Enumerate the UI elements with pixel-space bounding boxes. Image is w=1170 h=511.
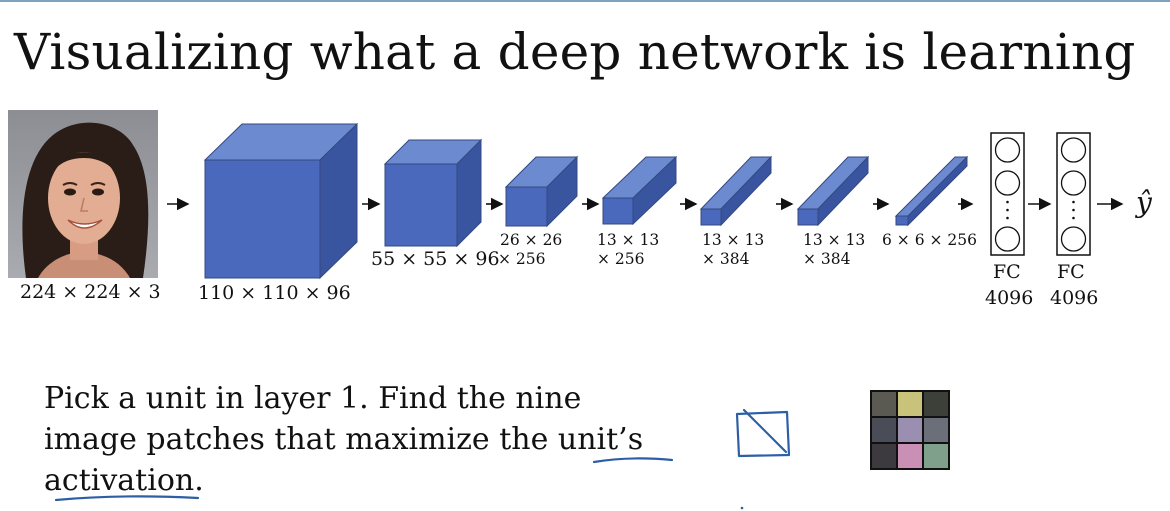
- layer3-dim-line1: 26 × 26: [500, 231, 563, 249]
- fc2-label: FC: [1057, 261, 1085, 283]
- layer1-dim-label: 110 × 110 × 96: [198, 282, 351, 304]
- layer4-dim-line1: 13 × 13: [597, 231, 660, 249]
- fc1-label: FC: [993, 261, 1021, 283]
- caption-line-1: Pick a unit in layer 1. Find the nine: [44, 381, 582, 416]
- fc2-size: 4096: [1050, 287, 1099, 309]
- layer4-dim-line2: × 256: [597, 250, 645, 268]
- conv-volume-2: [383, 138, 483, 248]
- fc-layer-2: [1056, 132, 1091, 256]
- conv-volume-1: [203, 122, 359, 280]
- image-patch: [898, 392, 922, 416]
- image-patch: [872, 392, 896, 416]
- image-patch: [924, 444, 948, 468]
- layer3-dim-line2: × 256: [498, 250, 546, 268]
- caption-line-3: activation.: [44, 463, 204, 498]
- conv-volume-5: [699, 155, 773, 227]
- conv-volume-7: [894, 155, 969, 227]
- fc1-size: 4096: [985, 287, 1034, 309]
- image-patch: [872, 444, 896, 468]
- conv-volume-6: [796, 155, 870, 227]
- image-patch: [898, 418, 922, 442]
- image-patch: [872, 418, 896, 442]
- layer5-dim-line2: × 384: [702, 250, 750, 268]
- image-patch: [924, 392, 948, 416]
- layer6-dim-line1: 13 × 13: [803, 231, 866, 249]
- layer5-dim-line1: 13 × 13: [702, 231, 765, 249]
- conv-volume-3: [504, 155, 579, 228]
- input-dim-label: 224 × 224 × 3: [20, 281, 161, 303]
- caption-line-2: image patches that maximize the unit’s: [44, 422, 644, 457]
- output-y-hat: ŷ: [1136, 186, 1152, 219]
- caption-text: Pick a unit in layer 1. Find the nine im…: [44, 378, 724, 501]
- layer2-dim-label: 55 × 55 × 96: [371, 248, 500, 270]
- image-patch: [924, 418, 948, 442]
- image-patches-grid: [870, 390, 950, 470]
- image-patch: [898, 444, 922, 468]
- conv-volume-4: [601, 155, 678, 226]
- fc-layer-1: [990, 132, 1025, 256]
- layer6-dim-line2: × 384: [803, 250, 851, 268]
- layer7-dim-label: 6 × 6 × 256: [882, 231, 977, 249]
